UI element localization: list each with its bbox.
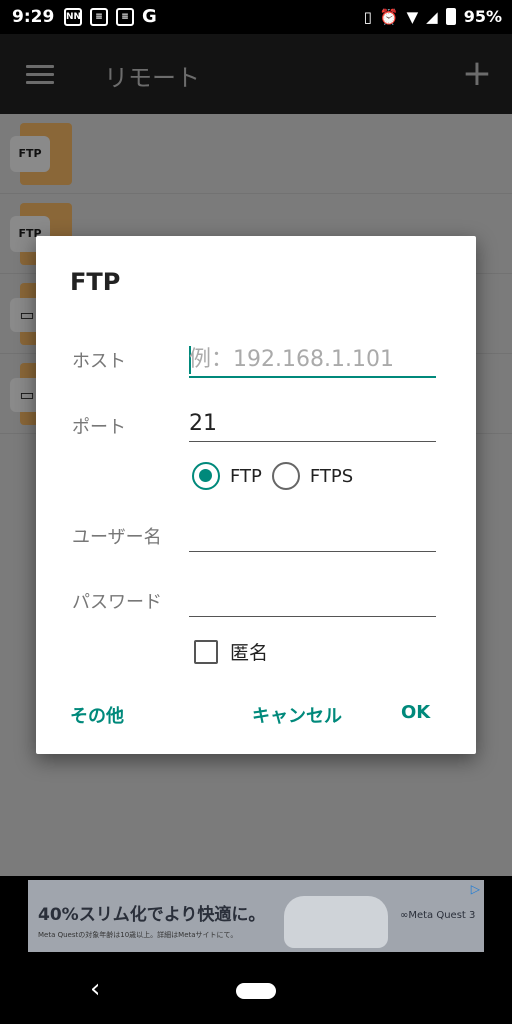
home-pill-icon[interactable] — [236, 983, 276, 999]
ad-brand: ∞Meta Quest 3 — [400, 910, 476, 921]
host-input[interactable] — [189, 344, 436, 374]
username-field-container — [189, 514, 436, 552]
signal-icon: ◢ — [426, 7, 438, 26]
ftps-radio-label[interactable]: FTPS — [310, 466, 353, 487]
anonymous-checkbox-row: 匿名 — [194, 638, 268, 665]
battery-percent: 95% — [463, 7, 502, 26]
adchoices-icon[interactable]: ▷ — [471, 882, 480, 896]
add-icon[interactable]: + — [462, 56, 492, 92]
anonymous-label[interactable]: 匿名 — [230, 638, 268, 665]
password-label: パスワード — [72, 592, 162, 613]
port-input[interactable] — [189, 408, 436, 438]
battery-icon — [445, 8, 456, 25]
username-label: ユーザー名 — [72, 527, 162, 548]
ftp-radio-label[interactable]: FTP — [230, 466, 262, 487]
password-input[interactable] — [189, 583, 436, 613]
google-icon: G — [142, 6, 157, 27]
dialog-title: FTP — [70, 268, 121, 296]
ad-bar: 40%スリム化でより快適に。 Meta Questの対象年齢は10歳以上。詳細は… — [0, 876, 512, 956]
ftp-radio[interactable] — [192, 462, 220, 490]
anonymous-checkbox[interactable] — [194, 639, 218, 664]
username-input[interactable] — [189, 518, 436, 548]
headset-image — [284, 896, 388, 948]
password-field-container — [189, 579, 436, 617]
other-button[interactable]: その他 — [70, 702, 124, 728]
ftps-radio[interactable] — [271, 462, 300, 490]
ftp-dialog: FTP ホスト ポート FTP FTPS ユーザー名 パスワード 匿名 その他 … — [36, 236, 476, 754]
app-title: リモート — [104, 64, 200, 92]
protocol-radio-group: FTP FTPS — [192, 462, 363, 490]
port-label: ポート — [72, 417, 126, 438]
host-label: ホスト — [72, 351, 126, 372]
ftp-badge: FTP — [10, 136, 50, 172]
wifi-icon: ▼ — [406, 7, 419, 26]
ad-banner[interactable]: 40%スリム化でより快適に。 Meta Questの対象年齢は10歳以上。詳細は… — [28, 880, 484, 952]
list-item[interactable]: FTP — [0, 114, 512, 194]
ad-headline: 40%スリム化でより快適に。 — [38, 905, 266, 925]
alarm-icon: ⏰ — [379, 7, 399, 26]
port-field-container — [189, 404, 436, 442]
back-icon[interactable]: ‹ — [90, 974, 100, 1004]
ad-fine-print: Meta Questの対象年齢は10歳以上。詳細はMetaサイトにて。 — [38, 931, 238, 939]
notification-icons: NN ≡ ≡ G — [64, 8, 157, 26]
app-bar: リモート + — [0, 34, 512, 114]
news-icon-2: ≡ — [116, 8, 134, 26]
status-time: 9:29 — [12, 7, 55, 27]
host-field-container — [189, 340, 436, 378]
status-bar: 9:29 NN ≡ ≡ G ▯ ⏰ ▼ ◢ 95% — [0, 0, 512, 34]
cancel-button[interactable]: キャンセル — [252, 702, 342, 728]
hamburger-menu-icon[interactable] — [26, 65, 54, 85]
vibrate-icon: ▯ — [363, 7, 372, 26]
navigation-bar: ‹ — [0, 956, 512, 1024]
system-icons: ▯ ⏰ ▼ ◢ 95% — [364, 7, 502, 26]
news-icon: ≡ — [90, 8, 108, 26]
ok-button[interactable]: OK — [401, 702, 430, 723]
nn-icon: NN — [64, 8, 82, 26]
